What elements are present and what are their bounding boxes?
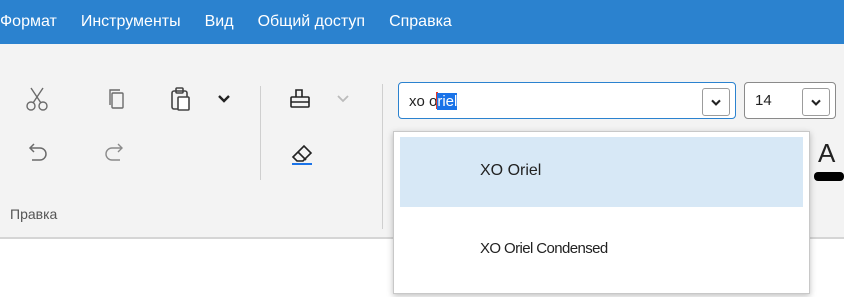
group-label-edit: Правка [10, 206, 58, 222]
font-size-dropdown-button[interactable] [802, 88, 830, 116]
font-option-xo-oriel[interactable]: XO Oriel [400, 137, 803, 207]
font-name-input[interactable]: xo oriel [409, 92, 458, 110]
font-color-letter[interactable]: A [818, 138, 835, 169]
menu-tools[interactable]: Инструменты [69, 13, 193, 31]
format-painter-icon[interactable] [286, 84, 316, 114]
redo-icon[interactable] [100, 138, 130, 168]
font-option-label: XO Oriel Condensed [480, 240, 608, 257]
scissors-icon[interactable] [22, 84, 52, 114]
autocomplete-selection: riel [437, 93, 458, 110]
copy-icon[interactable] [102, 84, 132, 114]
chevron-down-icon[interactable] [333, 88, 353, 108]
font-size-value[interactable]: 14 [755, 92, 772, 109]
separator [382, 84, 383, 229]
font-option-xo-oriel-condensed[interactable]: XO Oriel Condensed [400, 215, 803, 285]
menu-format[interactable]: Формат [0, 13, 69, 31]
chevron-down-icon [811, 99, 821, 106]
paste-icon[interactable] [166, 84, 196, 114]
eraser-icon[interactable] [287, 138, 317, 168]
font-name-select[interactable]: xo oriel [398, 82, 736, 119]
undo-icon[interactable] [22, 138, 52, 168]
font-dropdown-list: XO Oriel XO Oriel Condensed [393, 131, 810, 294]
chevron-down-icon[interactable] [214, 88, 234, 108]
font-option-label: XO Oriel [480, 162, 542, 179]
font-dropdown-button[interactable] [702, 88, 730, 116]
menu-bar: Формат Инструменты Вид Общий доступ Спра… [0, 0, 844, 44]
menu-view[interactable]: Вид [193, 13, 246, 31]
menu-help[interactable]: Справка [377, 13, 464, 31]
menu-sharing[interactable]: Общий доступ [246, 13, 378, 31]
separator [260, 144, 261, 180]
font-size-select[interactable]: 14 [744, 82, 836, 119]
font-color-bar[interactable] [814, 172, 844, 181]
chevron-down-icon [711, 99, 721, 106]
